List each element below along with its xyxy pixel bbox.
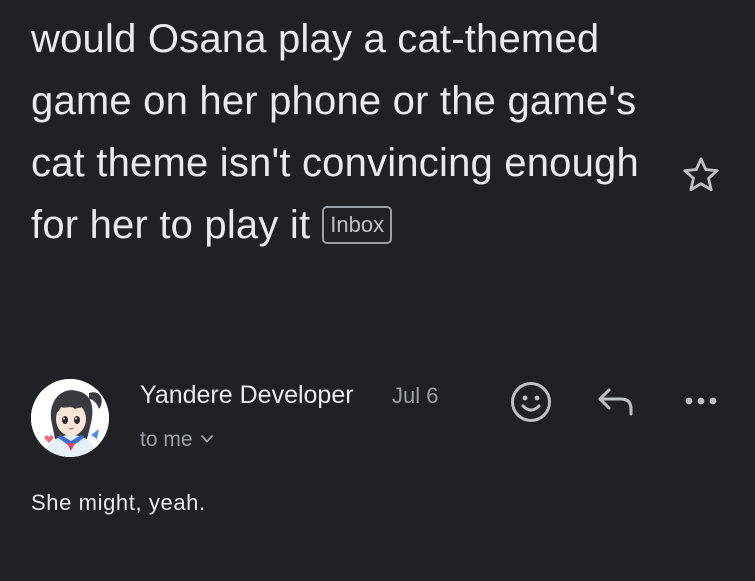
more-horizontal-icon[interactable] [681, 390, 721, 412]
email-body: She might, yeah. [31, 490, 206, 515]
sender-name: Yandere Developer [140, 381, 354, 409]
email-subject-area: would Osana play a cat-themed game on he… [31, 8, 651, 256]
star-icon[interactable] [680, 154, 722, 196]
reply-arrow-icon[interactable] [595, 384, 637, 420]
recipient-details-toggle[interactable]: to me [140, 426, 215, 454]
sender-avatar[interactable] [31, 379, 109, 457]
chevron-down-icon [200, 435, 213, 443]
avatar-illustration [31, 379, 109, 457]
smiley-face-icon[interactable] [509, 380, 553, 424]
email-date: Jul 6 [392, 383, 439, 408]
inbox-label-chip[interactable]: Inbox [322, 206, 393, 244]
recipient-text: to me [140, 428, 193, 451]
